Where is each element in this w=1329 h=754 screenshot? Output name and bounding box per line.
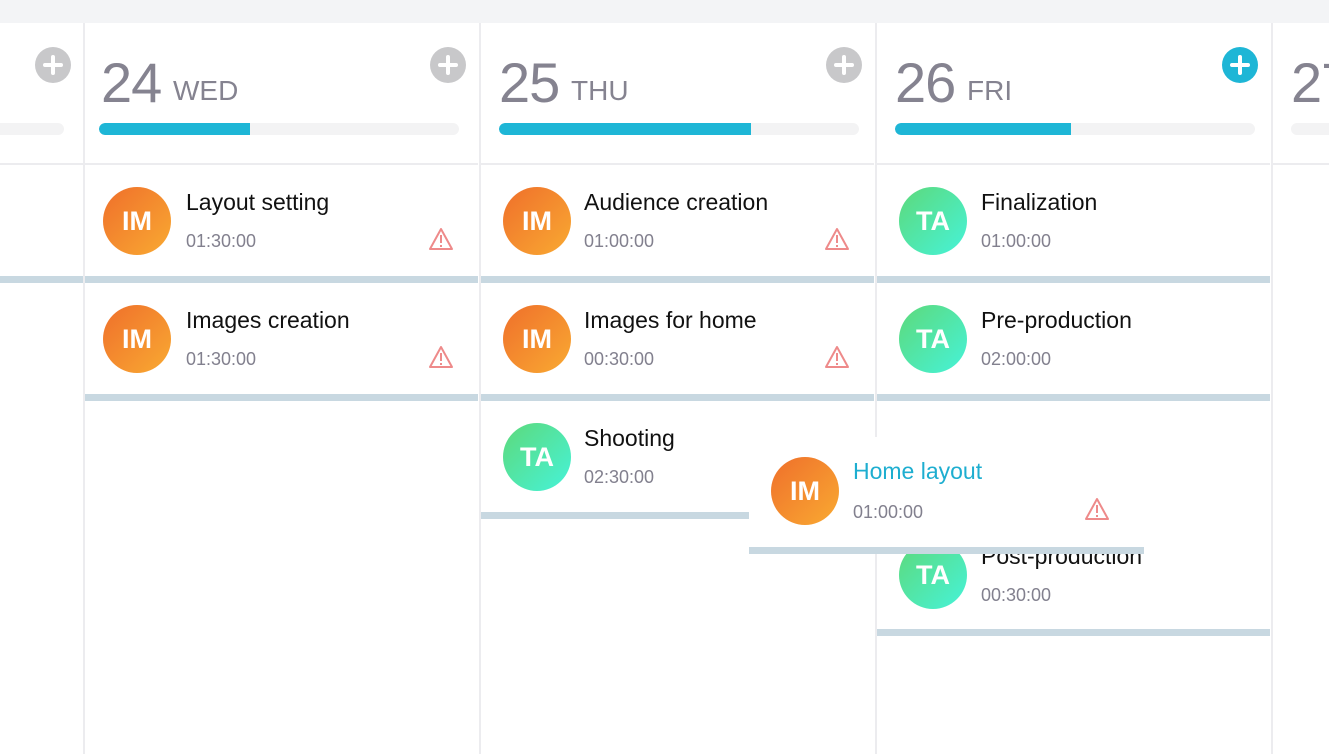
avatar: TA xyxy=(899,187,967,255)
warning-icon xyxy=(429,346,453,368)
day-name: FRI xyxy=(967,75,1013,106)
avatar: TA xyxy=(503,423,571,491)
task-duration: 01:00:00 xyxy=(853,502,924,522)
day-number: 27 xyxy=(1291,51,1329,114)
day-number: 26 xyxy=(895,51,956,114)
day-column-prev xyxy=(0,23,83,754)
avatar: IM xyxy=(103,187,171,255)
task-duration: 02:00:00 xyxy=(981,349,1052,369)
task-card[interactable]: IM Images for home 00:30:00 xyxy=(481,283,874,401)
calendar-board: 24 WED IM Layout setting 01:30:00 IM Ima… xyxy=(0,23,1329,754)
day-name: WED xyxy=(173,75,239,106)
task-card[interactable]: TA Finalization 01:00:00 xyxy=(877,165,1270,283)
avatar: IM xyxy=(103,305,171,373)
dragging-task-card[interactable]: IM Home layout 01:00:00 xyxy=(749,437,1144,554)
day-name: THU xyxy=(571,75,629,106)
avatar: TA xyxy=(899,305,967,373)
task-card[interactable]: IM Audience creation 01:00:00 xyxy=(481,165,874,283)
day-header: 24 WED xyxy=(85,23,478,165)
top-bar xyxy=(0,0,1329,23)
task-duration: 01:00:00 xyxy=(584,231,655,251)
day-column-wed: 24 WED IM Layout setting 01:30:00 IM Ima… xyxy=(83,23,478,754)
progress-fill xyxy=(99,123,251,135)
task-duration: 00:30:00 xyxy=(981,585,1052,605)
task-title: Layout setting xyxy=(186,189,330,215)
day-column-fri: 26 FRI TA Finalization 01:00:00 TA Pre-p… xyxy=(875,23,1270,754)
add-task-button[interactable] xyxy=(35,47,71,83)
add-task-button[interactable] xyxy=(1222,47,1258,83)
day-header: 26 FRI xyxy=(877,23,1270,165)
day-progress-bar xyxy=(1291,123,1329,135)
avatar: IM xyxy=(503,187,571,255)
add-task-button[interactable] xyxy=(430,47,466,83)
day-number: 24 xyxy=(101,51,162,114)
day-column-next: 27 xyxy=(1271,23,1329,754)
warning-icon xyxy=(825,228,849,250)
day-progress-bar xyxy=(0,123,64,135)
progress-fill xyxy=(499,123,751,135)
task-card[interactable]: IM Images creation 01:30:00 xyxy=(85,283,478,401)
day-number: 25 xyxy=(499,51,560,114)
task-title: Images for home xyxy=(584,307,757,333)
day-progress-bar xyxy=(499,123,859,135)
day-progress-bar xyxy=(99,123,459,135)
progress-fill xyxy=(895,123,1072,135)
task-title: Shooting xyxy=(584,425,675,451)
warning-icon xyxy=(825,346,849,368)
day-header: 27 xyxy=(1273,23,1329,165)
task-card[interactable]: TA Pre-production 02:00:00 xyxy=(877,283,1270,401)
task-duration: 02:30:00 xyxy=(584,467,655,487)
task-title: Audience creation xyxy=(584,189,769,215)
day-column-thu: 25 THU IM Audience creation 01:00:00 IM … xyxy=(479,23,874,754)
warning-icon xyxy=(1085,498,1109,520)
day-progress-bar xyxy=(895,123,1255,135)
task-duration: 01:30:00 xyxy=(186,349,257,369)
task-title: Pre-production xyxy=(981,307,1132,333)
task-duration: 00:30:00 xyxy=(584,349,655,369)
task-title: Images creation xyxy=(186,307,350,333)
add-task-button[interactable] xyxy=(826,47,862,83)
empty-slot-divider xyxy=(0,165,83,283)
task-duration: 01:00:00 xyxy=(981,231,1052,251)
task-title: Home layout xyxy=(853,458,983,484)
task-card[interactable]: IM Layout setting 01:30:00 xyxy=(85,165,478,283)
avatar: IM xyxy=(771,457,839,525)
task-title: Finalization xyxy=(981,189,1098,215)
day-header: 25 THU xyxy=(481,23,874,165)
day-header xyxy=(0,23,83,165)
task-duration: 01:30:00 xyxy=(186,231,257,251)
avatar: IM xyxy=(503,305,571,373)
warning-icon xyxy=(429,228,453,250)
